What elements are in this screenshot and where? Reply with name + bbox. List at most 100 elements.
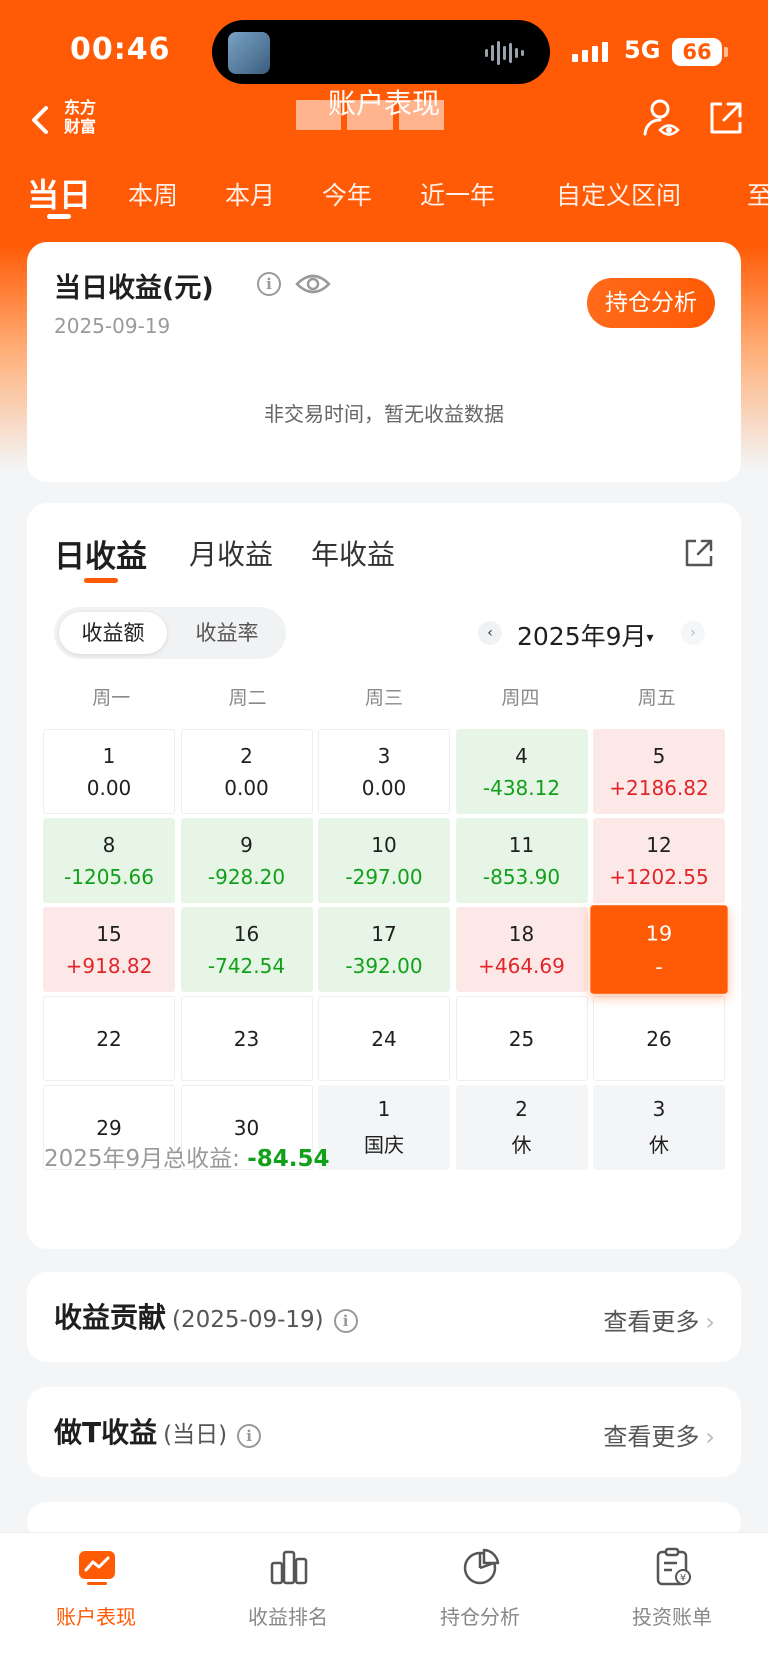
calendar-grid: 1 0.00 2 0.00 3 0.00 4 -438.12 5 +2186.82 8 -1205.6…	[43, 729, 728, 1170]
info-icon[interactable]: i	[333, 1308, 358, 1333]
view-more-link[interactable]: 查看更多 ›	[603, 1417, 715, 1452]
tab-monthly-profit[interactable]: 月收益	[189, 533, 273, 573]
cell-value: +918.82	[65, 953, 153, 978]
calendar-cell[interactable]: 11 -853.90	[455, 818, 588, 903]
calendar-cell[interactable]: 3休	[593, 1085, 725, 1170]
cell-value: -742.54	[207, 953, 286, 978]
chevron-right-icon: ›	[705, 1308, 715, 1336]
calendar-cell[interactable]: 23	[180, 996, 313, 1081]
tab-daily-profit[interactable]: 日收益	[54, 531, 147, 576]
performance-chart-icon	[79, 1551, 115, 1585]
share-icon[interactable]	[706, 98, 746, 138]
calendar-cell[interactable]: 2休	[455, 1085, 588, 1170]
calendar-cell[interactable]: 18 +464.69	[455, 907, 588, 992]
export-icon[interactable]	[683, 537, 715, 569]
holdings-analysis-button[interactable]: 持仓分析	[587, 278, 715, 328]
month-selector[interactable]: 2025年9月▾	[517, 617, 654, 653]
next-month-button[interactable]: ›	[681, 621, 705, 645]
cell-day: 25	[508, 1026, 535, 1051]
t-profit-period: (当日)	[163, 1422, 228, 1448]
calendar-cell[interactable]: 5 +2186.82	[593, 729, 725, 814]
calendar-cell[interactable]: 9 -928.20	[180, 818, 313, 903]
cell-day: 2	[240, 743, 253, 768]
sub-tab-indicator	[84, 578, 118, 583]
calendar-cell[interactable]: 17 -392.00	[318, 907, 450, 992]
chevron-right-icon: ›	[705, 1423, 715, 1451]
tab-today[interactable]: 当日	[27, 170, 91, 216]
month-total-value: -84.54	[247, 1146, 330, 1172]
toggle-amount[interactable]: 收益额	[59, 612, 167, 654]
cell-value: -438.12	[482, 775, 561, 800]
cell-day: 10	[371, 832, 397, 857]
toggle-rate[interactable]: 收益率	[173, 612, 281, 654]
view-more-label: 查看更多	[603, 1308, 700, 1336]
calendar-cell-today[interactable]: 19 -	[590, 905, 728, 994]
calendar-cell[interactable]: 4 -438.12	[455, 729, 588, 814]
calendar-cell[interactable]: 1 国庆	[318, 1085, 450, 1170]
battery-tip	[724, 47, 728, 57]
cell-day: 1	[102, 743, 116, 768]
tab-yearly-profit[interactable]: 年收益	[311, 533, 395, 573]
view-more-link[interactable]: 查看更多 ›	[603, 1302, 715, 1337]
cell-day: 9	[240, 832, 253, 857]
calendar-cell[interactable]: 3 0.00	[318, 729, 450, 814]
nav-label: 收益排名	[248, 1605, 328, 1629]
info-icon[interactable]: i	[237, 1423, 262, 1448]
nav-investment-statement[interactable]: ¥ 投资账单	[576, 1533, 768, 1666]
calendar-cell[interactable]: 24	[318, 996, 450, 1081]
profit-contribution-row[interactable]: 收益贡献 (2025-09-19) i 查看更多 ›	[27, 1272, 741, 1362]
calendar-cell[interactable]: 12 +1202.55	[593, 818, 725, 903]
prev-month-button[interactable]: ‹	[478, 621, 502, 645]
tab-year[interactable]: 今年	[322, 176, 372, 212]
t-trading-profit-row[interactable]: 做T收益 (当日) i 查看更多 ›	[27, 1387, 741, 1477]
calendar-cell[interactable]: 25	[455, 996, 588, 1081]
contribution-date: (2025-09-19)	[172, 1307, 324, 1333]
nav-holdings-analysis[interactable]: 持仓分析	[384, 1533, 576, 1666]
month-label: 2025年9月	[517, 622, 647, 651]
audio-wave-icon	[485, 40, 524, 66]
cell-day: 23	[233, 1026, 260, 1051]
cell-value: +2186.82	[609, 775, 709, 800]
contribution-title: 收益贡献 (2025-09-19) i	[54, 1296, 358, 1336]
info-icon[interactable]: i	[257, 272, 281, 296]
cell-value: -853.90	[482, 864, 561, 889]
month-total-label: 2025年9月总收益:	[44, 1146, 240, 1172]
cell-day: 17	[371, 921, 397, 946]
tab-more[interactable]: 至	[747, 176, 768, 212]
weekday-mon: 周一	[92, 687, 131, 709]
t-profit-title-text: 做T收益	[54, 1416, 158, 1449]
cell-value: +464.69	[478, 953, 565, 978]
nav-account-performance[interactable]: 账户表现	[0, 1533, 192, 1666]
nav-label: 持仓分析	[440, 1605, 520, 1629]
calendar-cell[interactable]: 2 0.00	[180, 729, 313, 814]
tab-week[interactable]: 本周	[128, 176, 178, 212]
cell-day: 8	[102, 832, 116, 857]
cell-day: 15	[96, 921, 122, 946]
battery-icon: 66	[672, 38, 722, 66]
period-tabs: 当日 本周 本月 今年 近一年 自定义区间 至	[0, 160, 768, 220]
tab-last-year[interactable]: 近一年	[420, 176, 495, 212]
nav-profit-ranking[interactable]: 收益排名	[192, 1533, 384, 1666]
cell-value: 0.00	[361, 775, 407, 800]
calendar-cell[interactable]: 1 0.00	[43, 729, 175, 814]
cell-day: 5	[652, 743, 666, 768]
calendar-cell[interactable]: 26	[593, 996, 725, 1081]
tab-month[interactable]: 本月	[225, 176, 275, 212]
eye-icon[interactable]	[295, 270, 331, 298]
calendar-cell[interactable]: 8 -1205.66	[43, 818, 175, 903]
cell-day: 22	[96, 1026, 122, 1051]
pie-chart-icon	[463, 1548, 500, 1585]
tab-custom-range[interactable]: 自定义区间	[556, 176, 681, 212]
calendar-cell[interactable]: 10 -297.00	[318, 818, 450, 903]
calendar-cell[interactable]: 15 +918.82	[43, 907, 175, 992]
cell-day: 12	[646, 832, 672, 857]
month-total: 2025年9月总收益: -84.54	[44, 1139, 330, 1173]
caret-down-icon: ▾	[646, 630, 654, 646]
t-profit-title: 做T收益 (当日) i	[54, 1411, 262, 1451]
calendar-cell[interactable]: 16 -742.54	[180, 907, 313, 992]
svg-text:¥: ¥	[680, 1573, 686, 1584]
user-privacy-icon[interactable]	[640, 96, 684, 140]
cell-day: 26	[646, 1026, 672, 1051]
calendar-cell[interactable]: 22	[43, 996, 175, 1081]
weekday-thu: 周四	[501, 687, 540, 709]
